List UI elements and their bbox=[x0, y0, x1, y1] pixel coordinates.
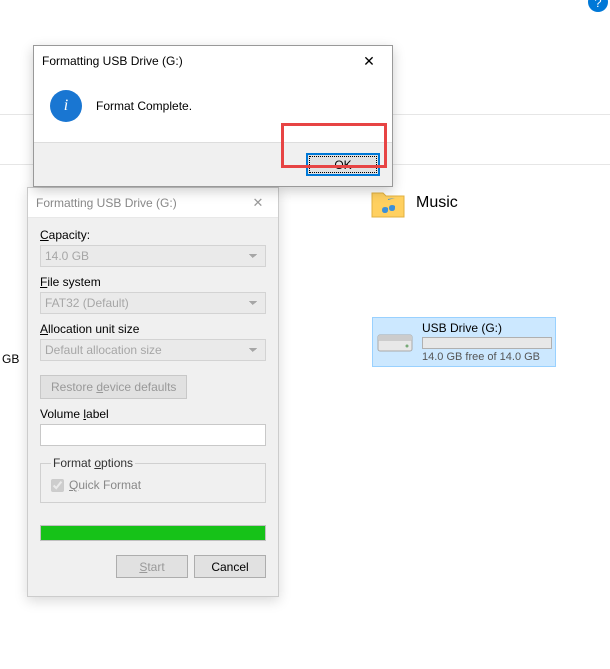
drive-text-block: USB Drive (G:) 14.0 GB free of 14.0 GB bbox=[422, 321, 552, 363]
progress-fill bbox=[41, 526, 265, 540]
message-dialog-title: Formatting USB Drive (G:) bbox=[42, 54, 183, 68]
capacity-label: Capacity: bbox=[40, 228, 266, 242]
music-folder-icon bbox=[370, 185, 406, 221]
truncated-gb-label: GB bbox=[2, 352, 19, 366]
format-options-legend: Format options bbox=[51, 456, 135, 470]
ok-button[interactable]: OK bbox=[306, 153, 380, 176]
filesystem-label: File system bbox=[40, 275, 266, 289]
cancel-button[interactable]: Cancel bbox=[194, 555, 266, 578]
close-icon[interactable]: ✕ bbox=[246, 191, 270, 215]
music-folder-item[interactable]: Music bbox=[370, 185, 458, 221]
info-icon: i bbox=[50, 90, 82, 122]
help-icon[interactable]: ? bbox=[588, 0, 608, 12]
message-dialog: Formatting USB Drive (G:) ✕ i Format Com… bbox=[33, 45, 393, 187]
message-text: Format Complete. bbox=[96, 99, 192, 113]
drive-name: USB Drive (G:) bbox=[422, 321, 552, 335]
close-icon[interactable]: ✕ bbox=[354, 46, 384, 76]
quick-format-checkbox[interactable] bbox=[51, 479, 64, 492]
format-options-group: Format options Quick Format bbox=[40, 456, 266, 503]
allocation-label: Allocation unit size bbox=[40, 322, 266, 336]
capacity-select[interactable]: 14.0 GB bbox=[40, 245, 266, 267]
format-dialog-title: Formatting USB Drive (G:) bbox=[36, 196, 177, 210]
music-label: Music bbox=[416, 194, 458, 212]
filesystem-select[interactable]: FAT32 (Default) bbox=[40, 292, 266, 314]
drive-capacity-bar bbox=[422, 337, 552, 349]
start-button[interactable]: Start bbox=[116, 555, 188, 578]
volume-label-input[interactable] bbox=[40, 424, 266, 446]
volume-label-label: Volume label bbox=[40, 407, 266, 421]
quick-format-label: Quick Format bbox=[69, 478, 141, 492]
drive-free-text: 14.0 GB free of 14.0 GB bbox=[422, 351, 552, 363]
usb-drive-item[interactable]: USB Drive (G:) 14.0 GB free of 14.0 GB bbox=[372, 317, 556, 367]
message-dialog-titlebar[interactable]: Formatting USB Drive (G:) ✕ bbox=[34, 46, 392, 76]
drive-icon bbox=[376, 325, 414, 355]
progress-bar bbox=[40, 525, 266, 541]
restore-defaults-button[interactable]: Restore device defaults bbox=[40, 375, 187, 399]
allocation-select[interactable]: Default allocation size bbox=[40, 339, 266, 361]
quick-format-row[interactable]: Quick Format bbox=[51, 478, 255, 492]
format-dialog-titlebar[interactable]: Formatting USB Drive (G:) ✕ bbox=[28, 188, 278, 218]
format-dialog: Formatting USB Drive (G:) ✕ Capacity: 14… bbox=[27, 187, 279, 597]
